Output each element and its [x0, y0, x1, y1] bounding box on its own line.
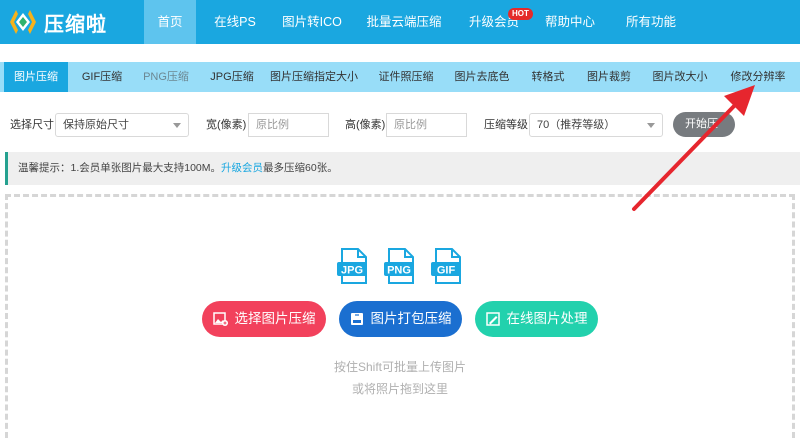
width-input[interactable]: 原比例: [248, 113, 329, 137]
logo-text: 压缩啦: [44, 13, 107, 36]
png-label: PNG: [387, 265, 411, 277]
logo-icon: [10, 10, 36, 34]
size-select-value: 保持原始尺寸: [63, 119, 129, 131]
size-label: 选择尺寸: [10, 119, 54, 131]
tab-gif-compress[interactable]: GIF压缩: [74, 62, 130, 92]
level-label: 压缩等级: [484, 119, 528, 131]
width-placeholder: 原比例: [256, 119, 289, 131]
top-navbar: 压缩啦 首页 在线PS 图片转ICO 批量云端压缩 升级会员 帮助中心 所有功能…: [0, 0, 800, 44]
height-placeholder: 原比例: [394, 119, 427, 131]
width-label: 宽(像素): [206, 119, 247, 131]
nav-home[interactable]: 首页: [144, 0, 196, 44]
height-input[interactable]: 原比例: [386, 113, 467, 137]
batch-pack-compress-button[interactable]: 图片打包压缩: [339, 301, 462, 337]
select-image-compress-label: 选择图片压缩: [234, 311, 316, 326]
gif-label: GIF: [437, 265, 456, 277]
tip-suffix: 最多压缩60张。: [263, 162, 338, 174]
tab-image-compress[interactable]: 图片压缩: [4, 62, 68, 92]
nav-image-to-ico[interactable]: 图片转ICO: [276, 0, 348, 44]
nav-batch-cloud-compress[interactable]: 批量云端压缩: [362, 0, 446, 44]
image-add-icon: [212, 312, 228, 326]
jpg-label: JPG: [341, 265, 363, 277]
size-select[interactable]: 保持原始尺寸: [55, 113, 189, 137]
height-label: 高(像素): [345, 119, 386, 131]
hot-badge: HOT: [508, 8, 533, 20]
online-image-process-label: 在线图片处理: [506, 311, 588, 326]
tab-remove-background[interactable]: 图片去底色: [450, 62, 514, 92]
chevron-down-icon: [173, 123, 181, 128]
tab-jpg-compress[interactable]: JPG压缩: [204, 62, 260, 92]
png-file-icon: PNG: [384, 248, 414, 284]
tab-convert-format[interactable]: 转格式: [526, 62, 570, 92]
nav-help-center[interactable]: 帮助中心: [544, 0, 596, 44]
tip-text: 温馨提示：1.会员单张图片最大支持100M。: [18, 162, 222, 174]
drag-hint: 或将照片拖到这里: [351, 382, 448, 396]
logo[interactable]: 压缩啦: [8, 8, 107, 36]
online-image-process-button[interactable]: 在线图片处理: [475, 301, 598, 337]
image-edit-icon: [485, 312, 500, 326]
gif-file-icon: GIF: [431, 248, 461, 284]
select-image-compress-button[interactable]: 选择图片压缩: [202, 301, 326, 337]
zip-icon: [350, 313, 363, 325]
nav-online-ps[interactable]: 在线PS: [207, 0, 263, 44]
nav-upgrade-member[interactable]: 升级会员: [462, 0, 526, 44]
upgrade-member-link[interactable]: 升级会员: [221, 162, 263, 174]
jpg-file-icon: JPG: [337, 248, 367, 284]
tab-compress-to-size[interactable]: 图片压缩指定大小: [268, 62, 360, 92]
level-select-value: 70（推荐等级）: [537, 119, 616, 131]
nav-all-features[interactable]: 所有功能: [620, 0, 682, 44]
tab-png-compress[interactable]: PNG压缩: [138, 62, 194, 92]
red-arrow-icon: [632, 85, 755, 211]
tab-id-photo-compress[interactable]: 证件照压缩: [374, 62, 438, 92]
batch-pack-compress-label: 图片打包压缩: [370, 311, 452, 326]
shift-hint: 按住Shift可批量上传图片: [333, 360, 466, 374]
